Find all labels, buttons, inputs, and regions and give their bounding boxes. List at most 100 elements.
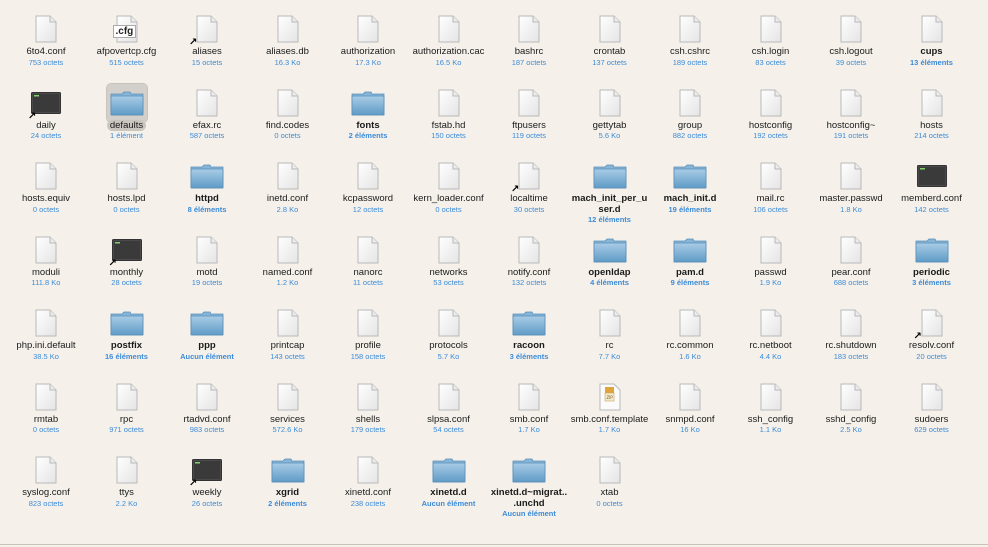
document-icon[interactable]	[431, 86, 467, 120]
file-item[interactable]: profile 158 octets	[328, 302, 408, 374]
folder-icon[interactable]	[270, 453, 306, 487]
file-item[interactable]: ↗ daily 24 octets	[6, 82, 86, 154]
file-item[interactable]: gettytab 5.6 Ko	[570, 82, 650, 154]
folder-icon[interactable]	[511, 306, 547, 340]
document-icon[interactable]	[833, 86, 869, 120]
file-item[interactable]: printcap 143 octets	[248, 302, 328, 374]
file-item[interactable]: ftpusers 119 octets	[489, 82, 569, 154]
file-item[interactable]: shells 179 octets	[328, 376, 408, 448]
file-item[interactable]: passwd 1.9 Ko	[731, 229, 811, 301]
document-icon[interactable]	[431, 12, 467, 46]
file-item[interactable]: csh.logout 39 octets	[811, 8, 891, 80]
folder-icon[interactable]	[109, 306, 145, 340]
terminal-icon[interactable]: ↗	[109, 233, 145, 268]
file-item[interactable]: hosts.lpd 0 octets	[87, 155, 167, 227]
document-icon[interactable]	[28, 159, 64, 193]
file-item[interactable]: aliases.db 16.3 Ko	[248, 8, 328, 80]
file-item[interactable]: hosts.equiv 0 octets	[6, 155, 86, 227]
document-icon[interactable]	[109, 159, 145, 193]
file-item[interactable]: postfix 16 éléments	[87, 302, 167, 374]
file-item[interactable]: kcpassword 12 octets	[328, 155, 408, 227]
document-icon[interactable]	[431, 306, 467, 340]
file-item[interactable]: ZIP smb.conf.template 1.7 Ko	[570, 376, 650, 448]
file-item[interactable]: ppp Aucun élément	[167, 302, 247, 374]
folder-icon[interactable]	[431, 453, 467, 487]
document-icon[interactable]	[28, 380, 64, 414]
document-icon[interactable]	[270, 380, 306, 414]
document-icon[interactable]	[270, 159, 306, 193]
document-icon[interactable]	[350, 380, 386, 414]
document-icon[interactable]: ↗	[914, 306, 950, 342]
document-icon[interactable]	[672, 380, 708, 414]
document-icon[interactable]	[753, 306, 789, 340]
document-icon[interactable]	[833, 380, 869, 414]
document-icon[interactable]	[833, 12, 869, 46]
terminal-icon[interactable]: ↗	[189, 453, 225, 489]
terminal-icon[interactable]	[914, 159, 950, 193]
document-icon[interactable]	[431, 159, 467, 193]
file-item[interactable]: ↗ localtime 30 octets	[489, 155, 569, 227]
document-icon[interactable]	[109, 380, 145, 414]
file-item[interactable]: rpc 971 octets	[87, 376, 167, 448]
file-item[interactable]: csh.login 83 octets	[731, 8, 811, 80]
file-item[interactable]: 6to4.conf 753 octets	[6, 8, 86, 80]
file-item[interactable]: rmtab 0 octets	[6, 376, 86, 448]
file-item[interactable]: motd 19 octets	[167, 229, 247, 301]
file-item[interactable]: crontab 137 octets	[570, 8, 650, 80]
document-icon[interactable]	[28, 453, 64, 487]
file-item[interactable]: bashrc 187 octets	[489, 8, 569, 80]
document-icon[interactable]: ↗	[511, 159, 547, 195]
file-item[interactable]: rc 7.7 Ko	[570, 302, 650, 374]
file-item[interactable]: xgrid 2 éléments	[248, 449, 328, 521]
file-item[interactable]: php.ini.default 38.5 Ko	[6, 302, 86, 374]
document-icon[interactable]	[28, 12, 64, 46]
document-icon[interactable]	[592, 86, 628, 120]
file-item[interactable]: hostconfig 192 octets	[731, 82, 811, 154]
file-item[interactable]: ↗ aliases 15 octets	[167, 8, 247, 80]
folder-icon[interactable]	[914, 233, 950, 267]
file-item[interactable]: fonts 2 éléments	[328, 82, 408, 154]
file-item[interactable]: ttys 2.2 Ko	[87, 449, 167, 521]
document-icon[interactable]	[511, 12, 547, 46]
file-item[interactable]: authorization 17.3 Ko	[328, 8, 408, 80]
folder-icon[interactable]	[592, 233, 628, 267]
file-item[interactable]: ↗ weekly 26 octets	[167, 449, 247, 521]
folder-icon[interactable]	[189, 159, 225, 193]
file-item[interactable]: slpsa.conf 54 octets	[409, 376, 489, 448]
terminal-icon[interactable]: ↗	[28, 86, 64, 121]
document-icon[interactable]	[189, 86, 225, 120]
file-item[interactable]: named.conf 1.2 Ko	[248, 229, 328, 301]
file-item[interactable]: nanorc 11 octets	[328, 229, 408, 301]
file-item[interactable]: snmpd.conf 16 Ko	[650, 376, 730, 448]
document-icon[interactable]	[350, 453, 386, 487]
file-item[interactable]: group 882 octets	[650, 82, 730, 154]
document-icon[interactable]	[350, 233, 386, 267]
document-icon[interactable]	[270, 86, 306, 120]
file-item[interactable]: openldap 4 éléments	[570, 229, 650, 301]
file-item[interactable]: mail.rc 106 octets	[731, 155, 811, 227]
file-item[interactable]: mach_init_per_user.d 12 éléments	[570, 155, 650, 227]
file-item[interactable]: sudoers 629 octets	[892, 376, 972, 448]
file-item[interactable]: master.passwd 1.8 Ko	[811, 155, 891, 227]
file-item[interactable]: periodic 3 éléments	[892, 229, 972, 301]
document-icon[interactable]	[511, 380, 547, 414]
document-icon[interactable]	[592, 306, 628, 340]
document-icon[interactable]	[753, 86, 789, 120]
file-item[interactable]: find.codes 0 octets	[248, 82, 328, 154]
document-icon[interactable]	[28, 306, 64, 340]
file-item[interactable]: protocols 5.7 Ko	[409, 302, 489, 374]
file-item[interactable]: mach_init.d 19 éléments	[650, 155, 730, 227]
document-icon[interactable]	[672, 306, 708, 340]
file-item[interactable]: xinetd.conf 238 octets	[328, 449, 408, 521]
file-item[interactable]: pam.d 9 éléments	[650, 229, 730, 301]
file-item[interactable]: hosts 214 octets	[892, 82, 972, 154]
document-icon[interactable]	[511, 233, 547, 267]
file-item[interactable]: .cfg afpovertcp.cfg 515 octets	[87, 8, 167, 80]
file-item[interactable]: defaults 1 élément	[87, 82, 167, 154]
document-icon[interactable]	[189, 233, 225, 267]
document-icon[interactable]	[914, 380, 950, 414]
document-icon[interactable]	[833, 233, 869, 267]
file-item[interactable]: csh.cshrc 189 octets	[650, 8, 730, 80]
document-icon[interactable]	[270, 12, 306, 46]
folder-icon[interactable]	[511, 453, 547, 487]
